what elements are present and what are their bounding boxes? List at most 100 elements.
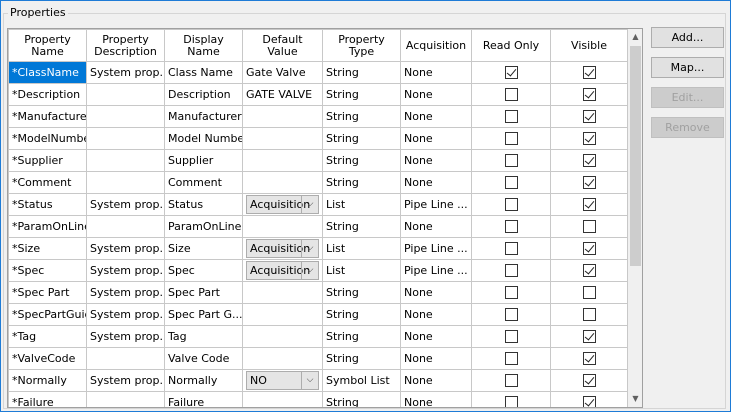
acquisition-cell[interactable]: None	[400, 149, 472, 172]
display-name-cell[interactable]: Class Name	[164, 61, 243, 84]
column-header[interactable]: Property Name	[8, 29, 87, 62]
acquisition-cell[interactable]: None	[400, 369, 472, 392]
column-header[interactable]: Read Only	[471, 29, 551, 62]
table-row[interactable]: *Supplier Supplier String None	[8, 149, 628, 172]
visible-checkbox[interactable]	[582, 242, 596, 255]
default-value-cell[interactable]: GATE VALVE	[242, 83, 323, 106]
vertical-scrollbar[interactable]: ▲ ▼	[628, 29, 642, 407]
property-name-cell[interactable]: *Tag	[8, 325, 87, 348]
property-description-cell[interactable]	[86, 149, 165, 172]
table-row[interactable]: *Description Description GATE VALVE String N…	[8, 83, 628, 106]
default-value-cell[interactable]: Acquisition ⌵	[242, 237, 323, 260]
visible-checkbox[interactable]	[582, 308, 596, 321]
table-row[interactable]: *ClassName System prop... Class Name Gate V…	[8, 61, 628, 84]
property-description-cell[interactable]	[86, 391, 165, 407]
property-description-cell[interactable]	[86, 127, 165, 150]
readonly-checkbox[interactable]	[504, 66, 518, 79]
default-value-cell[interactable]: NO ⌵	[242, 369, 323, 392]
readonly-checkbox[interactable]	[504, 220, 518, 233]
property-type-cell[interactable]: List	[322, 193, 401, 216]
default-value-dropdown[interactable]: Acquisition ⌵	[246, 239, 319, 258]
property-name-cell[interactable]: *ModelNumber	[8, 127, 87, 150]
default-value-cell[interactable]	[242, 127, 323, 150]
display-name-cell[interactable]: Description	[164, 83, 243, 106]
table-row[interactable]: *Normally System prop... Normally NO ⌵ Symbol…	[8, 369, 628, 392]
default-value-cell[interactable]	[242, 303, 323, 326]
readonly-checkbox[interactable]	[504, 176, 518, 189]
default-value-cell[interactable]: Acquisition ⌵	[242, 193, 323, 216]
readonly-checkbox[interactable]	[504, 154, 518, 167]
display-name-cell[interactable]: Size	[164, 237, 243, 260]
acquisition-cell[interactable]: None	[400, 83, 472, 106]
table-row[interactable]: *SpecPartGuid System prop... Spec Part G..…	[8, 303, 628, 326]
readonly-checkbox[interactable]	[504, 308, 518, 321]
property-name-cell[interactable]: *Description	[8, 83, 87, 106]
display-name-cell[interactable]: Spec Part G...	[164, 303, 243, 326]
table-row[interactable]: *Comment Comment String None	[8, 171, 628, 194]
table-row[interactable]: *Spec Part System prop... Spec Part String N…	[8, 281, 628, 304]
visible-checkbox[interactable]	[582, 176, 596, 189]
column-header[interactable]: Acquisition	[400, 29, 472, 62]
acquisition-cell[interactable]: Pipe Line ...	[400, 237, 472, 260]
add-button[interactable]: Add...	[651, 27, 724, 48]
property-description-cell[interactable]: System prop...	[86, 369, 165, 392]
default-value-cell[interactable]	[242, 105, 323, 128]
readonly-checkbox[interactable]	[504, 286, 518, 299]
visible-checkbox[interactable]	[582, 396, 596, 407]
default-value-cell[interactable]: Acquisition ⌵	[242, 259, 323, 282]
readonly-checkbox[interactable]	[504, 330, 518, 343]
column-header[interactable]: Property Type	[322, 29, 401, 62]
property-description-cell[interactable]: System prop...	[86, 325, 165, 348]
default-value-cell[interactable]	[242, 325, 323, 348]
column-header[interactable]: Display Name	[164, 29, 243, 62]
table-row[interactable]: *Status System prop... Status Acquisition ⌵ L…	[8, 193, 628, 216]
property-type-cell[interactable]: String	[322, 61, 401, 84]
readonly-checkbox[interactable]	[504, 352, 518, 365]
display-name-cell[interactable]: Spec Part	[164, 281, 243, 304]
visible-checkbox[interactable]	[582, 286, 596, 299]
column-header[interactable]: Default Value	[242, 29, 323, 62]
acquisition-cell[interactable]: None	[400, 347, 472, 370]
column-header[interactable]: Visible	[550, 29, 628, 62]
property-name-cell[interactable]: *Size	[8, 237, 87, 260]
display-name-cell[interactable]: Spec	[164, 259, 243, 282]
default-value-cell[interactable]	[242, 391, 323, 407]
visible-checkbox[interactable]	[582, 264, 596, 277]
readonly-checkbox[interactable]	[504, 198, 518, 211]
acquisition-cell[interactable]: None	[400, 171, 472, 194]
property-type-cell[interactable]: String	[322, 391, 401, 407]
property-type-cell[interactable]: String	[322, 149, 401, 172]
readonly-checkbox[interactable]	[504, 132, 518, 145]
default-value-cell[interactable]	[242, 281, 323, 304]
default-value-dropdown[interactable]: Acquisition ⌵	[246, 261, 319, 280]
default-value-cell[interactable]: Gate Valve	[242, 61, 323, 84]
display-name-cell[interactable]: Tag	[164, 325, 243, 348]
property-description-cell[interactable]: System prop...	[86, 281, 165, 304]
property-name-cell[interactable]: *ClassName	[8, 61, 87, 84]
default-value-cell[interactable]	[242, 215, 323, 238]
display-name-cell[interactable]: ParamOnLine	[164, 215, 243, 238]
visible-checkbox[interactable]	[582, 88, 596, 101]
table-row[interactable]: *Failure Failure String None	[8, 391, 628, 407]
visible-checkbox[interactable]	[582, 154, 596, 167]
chevron-down-icon[interactable]: ⌵	[301, 196, 318, 213]
display-name-cell[interactable]: Comment	[164, 171, 243, 194]
remove-button[interactable]: Remove	[651, 117, 724, 138]
acquisition-cell[interactable]: None	[400, 215, 472, 238]
property-type-cell[interactable]: String	[322, 127, 401, 150]
property-description-cell[interactable]	[86, 215, 165, 238]
chevron-down-icon[interactable]: ⌵	[301, 240, 318, 257]
map-button[interactable]: Map...	[651, 57, 724, 78]
property-name-cell[interactable]: *Status	[8, 193, 87, 216]
visible-checkbox[interactable]	[582, 66, 596, 79]
property-type-cell[interactable]: String	[322, 281, 401, 304]
default-value-cell[interactable]	[242, 149, 323, 172]
property-name-cell[interactable]: *Spec	[8, 259, 87, 282]
property-description-cell[interactable]: System prop...	[86, 259, 165, 282]
acquisition-cell[interactable]: None	[400, 281, 472, 304]
display-name-cell[interactable]: Valve Code	[164, 347, 243, 370]
scroll-up-icon[interactable]: ▲	[628, 29, 642, 45]
property-name-cell[interactable]: *Comment	[8, 171, 87, 194]
property-name-cell[interactable]: *Normally	[8, 369, 87, 392]
scroll-thumb[interactable]	[630, 46, 641, 266]
